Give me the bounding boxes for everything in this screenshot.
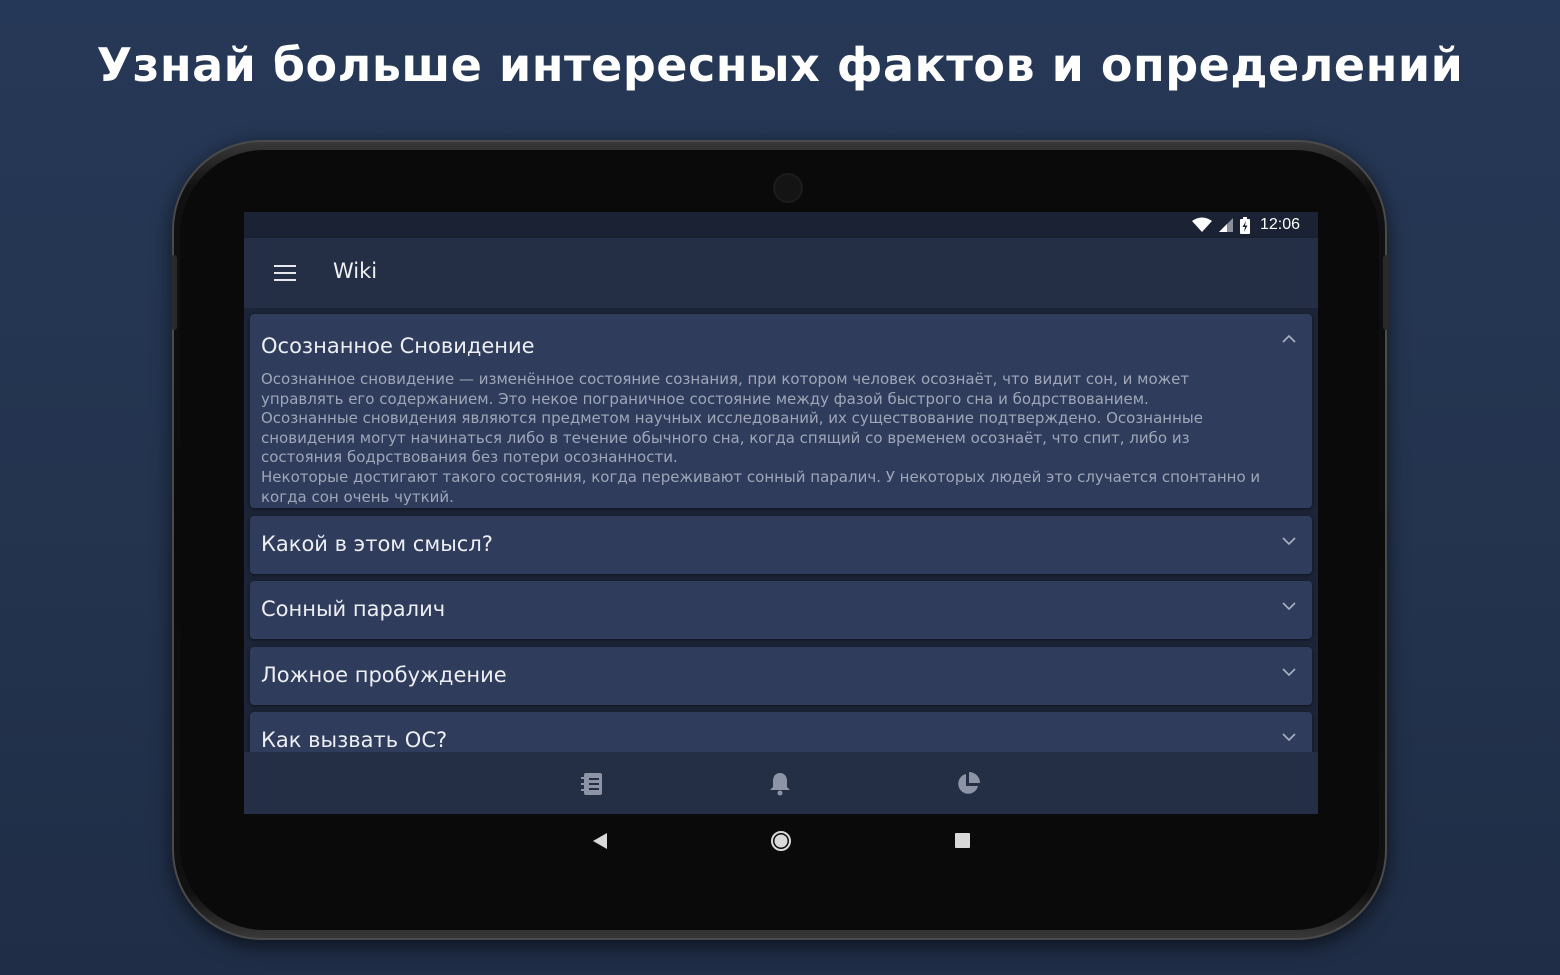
article-body: Осознанное сновидение — изменённое состо… bbox=[261, 370, 1261, 506]
appbar-title: Wiki bbox=[333, 259, 378, 283]
chevron-down-icon[interactable] bbox=[1282, 534, 1296, 548]
battery-charging-icon bbox=[1239, 216, 1250, 234]
promo-title: Узнай больше интересных фактов и определ… bbox=[96, 38, 1464, 92]
article-card-how-to-induce[interactable]: Как вызвать ОС? bbox=[250, 712, 1312, 752]
article-title: Ложное пробуждение bbox=[261, 663, 507, 687]
article-card-lucid-dreaming[interactable]: Осознанное Сновидение Осознанное сновиде… bbox=[250, 314, 1312, 508]
chevron-down-icon[interactable] bbox=[1282, 665, 1296, 679]
front-camera bbox=[775, 175, 801, 201]
cell-signal-icon bbox=[1218, 218, 1233, 232]
bottom-navigation bbox=[244, 752, 1318, 814]
recents-icon[interactable] bbox=[955, 833, 970, 848]
bell-icon[interactable] bbox=[766, 770, 794, 798]
article-list[interactable]: Осознанное Сновидение Осознанное сновиде… bbox=[244, 308, 1318, 752]
pie-chart-icon[interactable] bbox=[954, 770, 982, 798]
article-title: Осознанное Сновидение bbox=[261, 334, 535, 358]
article-card-meaning[interactable]: Какой в этом смысл? bbox=[250, 516, 1312, 574]
back-icon[interactable] bbox=[592, 832, 608, 850]
home-icon[interactable] bbox=[770, 830, 792, 852]
article-title: Сонный паралич bbox=[261, 597, 446, 621]
status-bar: 12:06 bbox=[244, 212, 1318, 238]
journal-icon[interactable] bbox=[578, 770, 606, 798]
volume-button bbox=[171, 255, 177, 330]
device-screen: 12:06 Wiki Осознанное Сновидение Осознан… bbox=[244, 212, 1318, 814]
app-bar: Wiki bbox=[244, 238, 1318, 308]
chevron-down-icon[interactable] bbox=[1282, 730, 1296, 744]
chevron-down-icon[interactable] bbox=[1282, 599, 1296, 613]
system-navigation-bar bbox=[244, 814, 1318, 868]
article-card-sleep-paralysis[interactable]: Сонный паралич bbox=[250, 581, 1312, 639]
status-icons: 12:06 bbox=[1191, 215, 1300, 235]
power-button bbox=[1383, 255, 1389, 330]
hamburger-menu-icon[interactable] bbox=[274, 264, 296, 282]
article-card-false-awakening[interactable]: Ложное пробуждение bbox=[250, 647, 1312, 705]
chevron-up-icon[interactable] bbox=[1282, 332, 1296, 346]
wifi-icon bbox=[1191, 217, 1212, 232]
article-title: Как вызвать ОС? bbox=[261, 728, 448, 752]
article-title: Какой в этом смысл? bbox=[261, 532, 493, 556]
status-time: 12:06 bbox=[1259, 216, 1300, 233]
